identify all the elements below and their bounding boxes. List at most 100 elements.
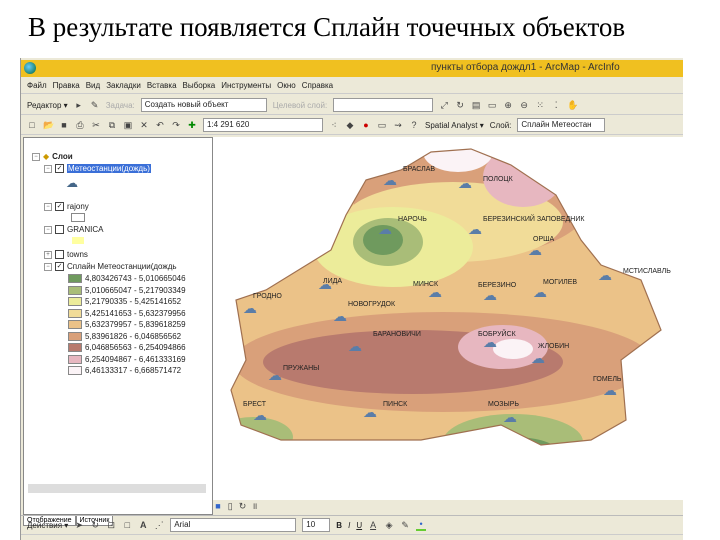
toc-layer-granica[interactable]: − GRANICA [44,225,103,234]
layer-checkbox[interactable] [55,225,64,234]
data-view-icon[interactable]: ■ [213,501,223,511]
toc-root[interactable]: − ◆ Слои [32,152,73,161]
weather-station-icon[interactable]: ☁ [383,172,397,188]
zoom-out-icon[interactable]: ⊖ [519,100,529,110]
layer-checkbox[interactable]: ✓ [55,262,64,271]
toc-layer-towns[interactable]: + towns [44,250,88,259]
cut-icon[interactable]: ✂ [91,120,101,130]
rotate-icon[interactable]: ↻ [455,100,465,110]
collapse-icon[interactable]: − [32,152,40,161]
zoom-in-icon[interactable]: ⊕ [503,100,513,110]
collapse-icon[interactable]: − [44,225,52,234]
copy-icon[interactable]: ⧉ [107,120,117,130]
weather-station-icon[interactable]: ☁ [243,300,257,316]
map-view[interactable]: ☁ БРАСЛАВ ☁ ПОЛОЦК ☁ НАРОЧЬ ☁ БЕРЕЗИНСКИЙ ЗАПОВ… [213,137,683,500]
layer-select[interactable]: Сплайн Метеостан [517,118,606,132]
collapse-icon[interactable]: − [44,262,52,271]
line-color-icon[interactable]: ✎ [400,520,410,530]
font-color-icon[interactable]: A [368,520,378,530]
toolbox-icon[interactable]: ● [361,120,371,130]
rectangle-icon[interactable]: □ [122,520,132,530]
weather-station-icon[interactable]: ☁ [603,382,617,398]
pause-icon[interactable]: ॥ [250,501,260,511]
split-icon[interactable]: ⤢ [439,100,449,110]
fixed-zoom-in-icon[interactable]: ⁙ [535,100,545,110]
menu-help[interactable]: Справка [302,81,333,90]
fixed-zoom-out-icon[interactable]: ⁚ [551,100,561,110]
menu-insert[interactable]: Вставка [147,81,177,90]
toc-layer-meteostations[interactable]: − ✓ Метеостанции(дождь) [44,164,151,173]
edit-tool-icon[interactable]: ▸ [74,100,84,110]
open-icon[interactable]: 📂 [43,120,54,130]
collapse-icon[interactable]: − [44,164,52,173]
marker-color-icon[interactable]: • [416,519,427,531]
weather-station-icon[interactable]: ☁ [253,407,267,423]
weather-station-icon[interactable]: ☁ [333,308,347,324]
font-size-select[interactable]: 10 [302,518,331,532]
weather-station-icon[interactable]: ☁ [598,267,612,283]
sketch-tool-icon[interactable]: ✎ [90,100,100,110]
toc-layer-spline[interactable]: − ✓ Сплайн Метеостанции(дождь [44,262,177,271]
weather-station-icon[interactable]: ☁ [458,175,472,191]
weather-station-icon[interactable]: ☁ [348,338,362,354]
select-elements-icon[interactable]: ➤ [74,520,84,530]
task-select[interactable]: Создать новый объект [140,98,267,112]
weather-station-icon[interactable]: ☁ [363,404,377,420]
command-line-icon[interactable]: ▭ [377,120,387,130]
legend-item: 5,83961826 - 6,046856562 [68,331,181,341]
horizontal-scrollbar[interactable] [28,484,206,493]
weather-station-icon[interactable]: ☁ [531,350,545,366]
weather-station-icon[interactable]: ☁ [503,409,517,425]
redo-icon[interactable]: ↷ [171,120,181,130]
menu-file[interactable]: Файл [27,81,47,90]
scale-select[interactable]: 1:4 291 620 [203,118,323,132]
print-icon[interactable]: ⎙ [75,120,85,130]
font-select[interactable]: Arial [170,518,297,532]
edit-vertices-icon[interactable]: ⋰ [154,520,164,530]
model-icon[interactable]: ⇝ [393,120,403,130]
italic-button[interactable]: I [348,521,350,530]
text-icon[interactable]: A [138,520,148,530]
delete-icon[interactable]: ✕ [139,120,149,130]
menu-selection[interactable]: Выборка [183,81,216,90]
layout-view-icon[interactable]: ▯ [225,501,235,511]
weather-station-icon[interactable]: ☁ [533,284,547,300]
actions-menu[interactable]: Действия ▾ [27,521,68,530]
pan-icon[interactable]: ✋ [567,100,578,110]
expand-icon[interactable]: + [44,250,52,259]
zoom-to-element-icon[interactable]: ⊡ [106,520,116,530]
toc-layer-rajony[interactable]: − ✓ rajony [44,202,89,211]
editor-toolbar-icon[interactable]: ⁖ [329,120,339,130]
bold-button[interactable]: B [336,521,342,530]
weather-station-icon[interactable]: ☁ [483,287,497,303]
fill-color-icon[interactable]: ◈ [384,520,394,530]
collapse-icon[interactable]: − [44,202,52,211]
attributes-icon[interactable]: ▤ [471,100,481,110]
undo-icon[interactable]: ↶ [155,120,165,130]
new-icon[interactable]: □ [27,120,37,130]
weather-station-icon[interactable]: ☁ [468,221,482,237]
menu-bookmarks[interactable]: Закладки [106,81,141,90]
add-data-icon[interactable]: ✚ [187,120,197,130]
layer-checkbox[interactable]: ✓ [55,202,64,211]
weather-station-icon[interactable]: ☁ [528,242,542,258]
refresh-icon[interactable]: ↻ [237,501,247,511]
arctoolbox-icon[interactable]: ◆ [345,120,355,130]
target-select[interactable] [333,98,434,112]
layer-checkbox[interactable]: ✓ [55,164,64,173]
underline-button[interactable]: U [356,521,362,530]
spatial-analyst-menu[interactable]: Spatial Analyst ▾ [425,121,484,130]
editor-menu-button[interactable]: Редактор ▾ [27,101,68,110]
layer-checkbox[interactable] [55,250,64,259]
weather-station-icon[interactable]: ☁ [378,221,392,237]
menu-window[interactable]: Окно [277,81,296,90]
rotate-element-icon[interactable]: ↻ [90,520,100,530]
paste-icon[interactable]: ▣ [123,120,133,130]
sketch-properties-icon[interactable]: ▭ [487,100,497,110]
weather-station-icon[interactable]: ☁ [268,367,282,383]
save-icon[interactable]: ■ [59,120,69,130]
menu-edit[interactable]: Правка [53,81,80,90]
whats-this-icon[interactable]: ? [409,120,419,130]
menu-tools[interactable]: Инструменты [221,81,271,90]
menu-view[interactable]: Вид [86,81,100,90]
